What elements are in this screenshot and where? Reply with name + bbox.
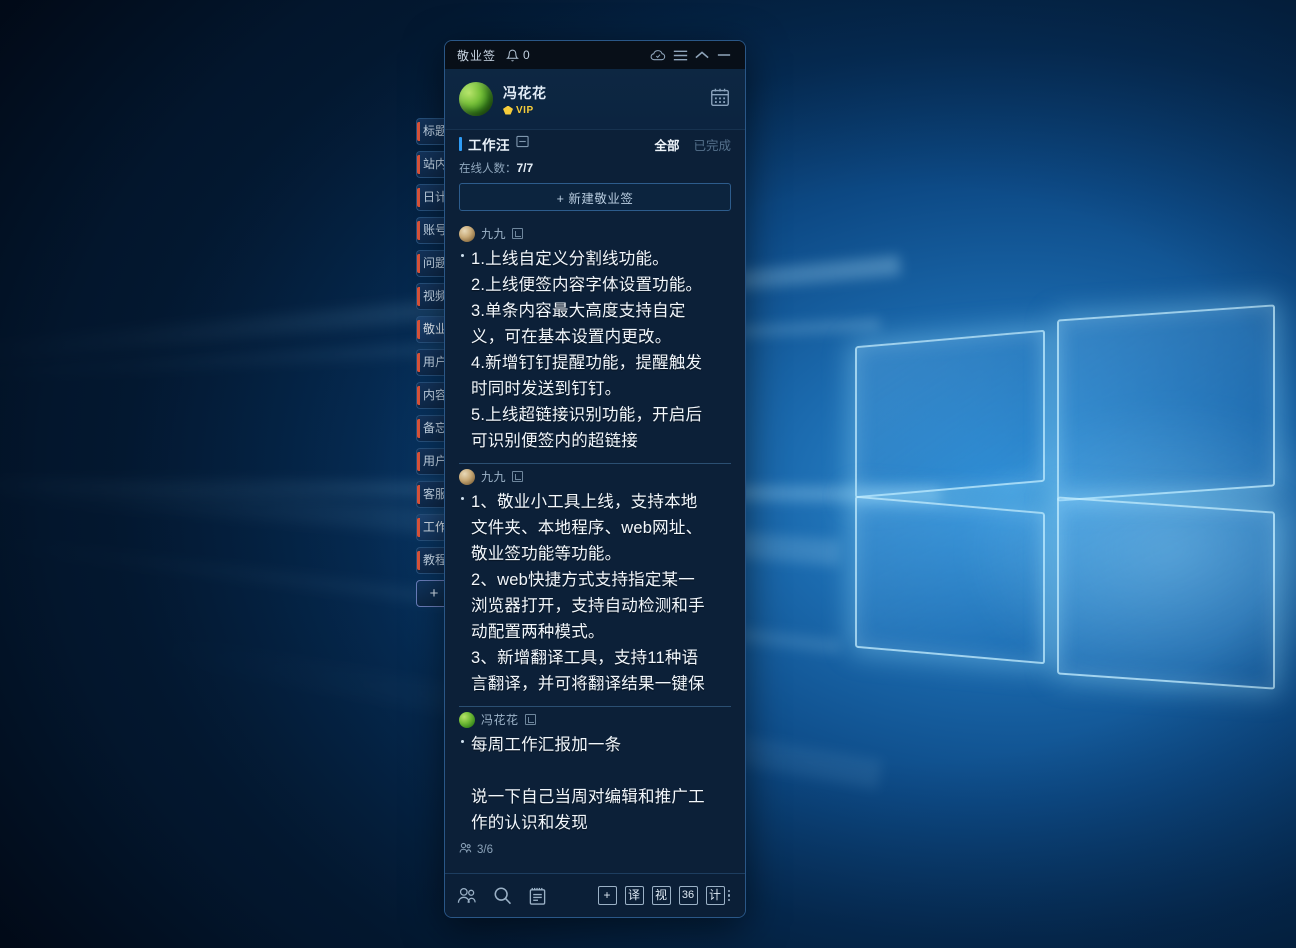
note-content[interactable]: 1、敬业小工具上线，支持本地 文件夹、本地程序、web网址、 敬业签功能等功能。…	[459, 489, 731, 697]
profile-name: 冯花花	[503, 84, 547, 101]
profile-text: 冯花花 VIP	[503, 83, 547, 116]
note-item[interactable]: 冯花花每周工作汇报加一条 说一下自己当周对编辑和推广工 作的认识和发现 3/6	[445, 707, 745, 857]
search-icon[interactable]	[493, 886, 512, 905]
vip-badge: VIP	[503, 105, 547, 116]
note-type-icon	[512, 228, 524, 239]
video-button[interactable]: 视	[651, 886, 671, 905]
bottom-toolbar: + 译视 36 计	[445, 873, 745, 917]
contacts-icon[interactable]	[457, 886, 477, 905]
count-36-button[interactable]: 36	[678, 886, 698, 905]
desktop: 标题 站内 日计 账号 问题 视频 敬业 用户 内容 备忘 用户 客服 工作 教程 + 敬业签 0	[0, 0, 1296, 948]
jingyeqian-window: 敬业签 0 冯花花 VIP 工作汪 全部 已完成 在线人数：7/7 + 新建敬业…	[444, 40, 746, 918]
new-note-button[interactable]: + 新建敬业签	[459, 183, 731, 211]
app-title: 敬业签	[457, 48, 497, 63]
new-note-wrapper: + 新建敬业签	[445, 183, 745, 221]
add-button[interactable]: +	[597, 886, 617, 905]
note-author: 九九	[481, 227, 507, 241]
minimize-icon[interactable]	[713, 44, 735, 66]
calendar-icon[interactable]	[709, 86, 731, 113]
filter-completed[interactable]: 已完成	[693, 135, 731, 154]
note-meta: 3/6	[459, 836, 731, 857]
note-item[interactable]: 九九 1.上线自定义分割线功能。 2.上线便签内容字体设置功能。 3.单条内容最大…	[445, 221, 745, 464]
group-accent-bar	[459, 137, 462, 151]
note-header: 九九	[459, 221, 731, 246]
note-content[interactable]: 1.上线自定义分割线功能。 2.上线便签内容字体设置功能。 3.单条内容最大高度…	[459, 246, 731, 454]
notification-count: 0	[523, 48, 530, 62]
people-icon	[459, 842, 472, 857]
profile-bar: 冯花花 VIP	[445, 69, 745, 129]
note-author: 冯花花	[481, 713, 519, 727]
note-avatar	[459, 711, 475, 728]
note-content[interactable]: 每周工作汇报加一条 说一下自己当周对编辑和推广工 作的认识和发现	[459, 732, 731, 836]
bell-icon[interactable]: 0	[506, 48, 530, 62]
title-bar: 敬业签 0	[445, 41, 745, 69]
list-icon[interactable]	[516, 135, 529, 153]
toolbar-right-group: + 译视 36 计	[597, 886, 725, 905]
note-author: 九九	[481, 470, 507, 484]
more-vertical-icon[interactable]	[725, 889, 734, 902]
group-name[interactable]: 工作汪	[468, 134, 510, 154]
note-avatar	[459, 468, 475, 485]
collapse-icon[interactable]	[691, 44, 713, 66]
note-avatar	[459, 225, 475, 242]
note-type-icon	[512, 471, 524, 482]
note-header: 九九	[459, 464, 731, 489]
diamond-icon	[503, 105, 513, 115]
note-list-icon[interactable]	[528, 886, 547, 906]
note-item[interactable]: 九九 1、敬业小工具上线，支持本地 文件夹、本地程序、web网址、 敬业签功能等功…	[445, 464, 745, 707]
menu-icon[interactable]	[669, 44, 691, 66]
note-list[interactable]: 九九 1.上线自定义分割线功能。 2.上线便签内容字体设置功能。 3.单条内容最大…	[445, 221, 745, 873]
group-header: 工作汪 全部 已完成	[445, 129, 745, 156]
vip-label: VIP	[516, 104, 534, 116]
note-type-icon	[524, 714, 536, 725]
online-count: 7/7	[516, 161, 534, 175]
note-meta-text: 3/6	[477, 843, 493, 856]
translate-button[interactable]: 译	[624, 886, 644, 905]
online-count-row: 在线人数：7/7	[445, 156, 745, 183]
toolbar-left-group	[457, 886, 547, 906]
filter-all[interactable]: 全部	[654, 135, 679, 154]
calculator-button[interactable]: 计	[705, 886, 725, 905]
online-label: 在线人数：	[459, 163, 517, 175]
note-header: 冯花花	[459, 707, 731, 732]
avatar[interactable]	[459, 82, 493, 116]
cloud-sync-icon[interactable]	[647, 44, 669, 66]
